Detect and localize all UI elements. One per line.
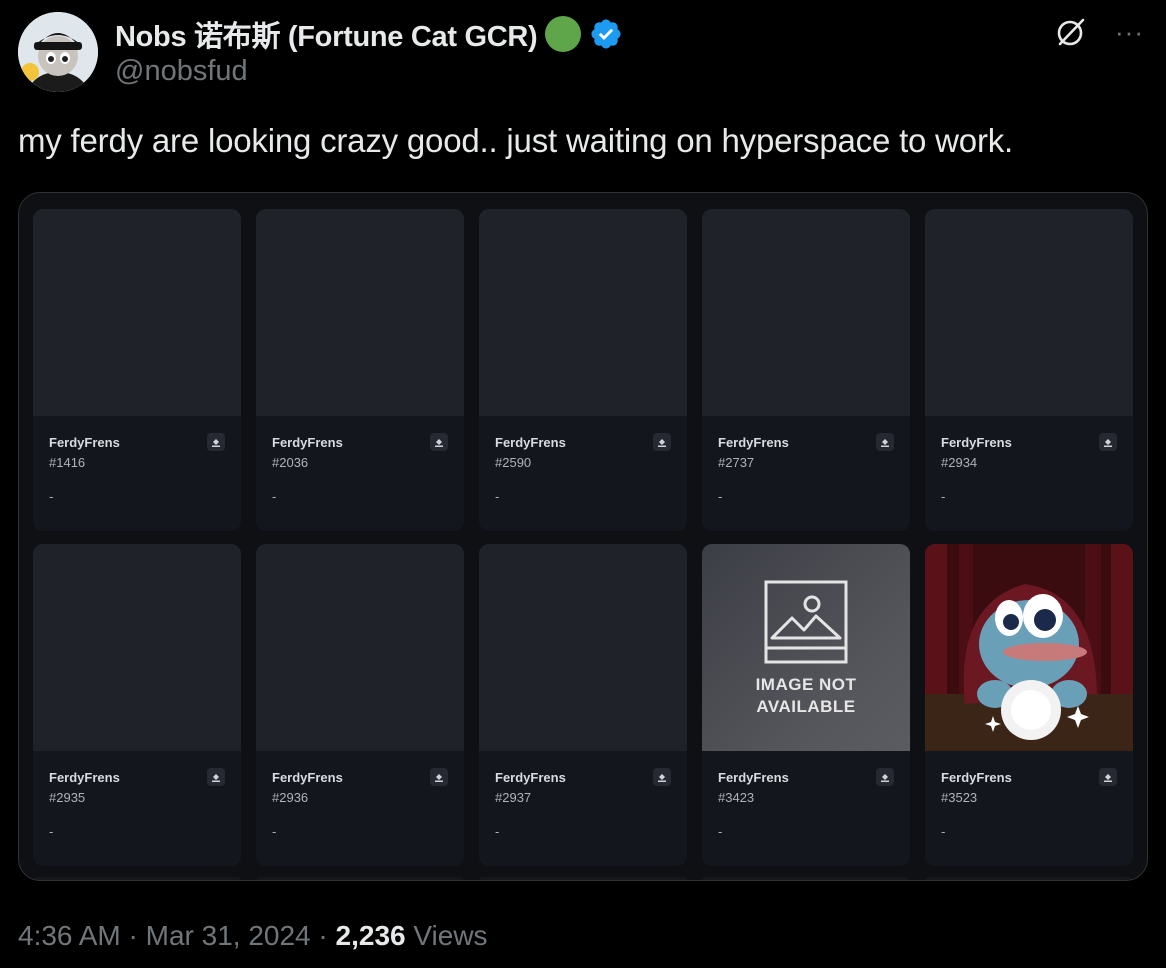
nft-price: -	[272, 824, 277, 839]
auction-hammer-icon	[207, 433, 225, 451]
author-name-row: Nobs 诺布斯 (Fortune Cat GCR)	[115, 14, 623, 54]
nft-number: #2934	[941, 455, 978, 470]
nft-card: FerdyFrens #2036 -	[256, 209, 464, 531]
nft-collection: FerdyFrens	[49, 770, 120, 785]
nft-collection: FerdyFrens	[272, 770, 343, 785]
nft-number: #2935	[49, 790, 86, 805]
nft-card: FerdyFrens #2937 -	[479, 544, 687, 866]
card-stub	[256, 877, 464, 880]
nft-price: -	[495, 489, 500, 504]
tweet-media-image[interactable]: FerdyFrens #1416 - FerdyFrens #2036 - Fe…	[18, 192, 1148, 881]
auction-hammer-icon	[1099, 433, 1117, 451]
nft-card: IMAGE NOT AVAILABLE FerdyFrens #3423 -	[702, 544, 910, 866]
nft-price: -	[272, 489, 277, 504]
views-count[interactable]: 2,236	[336, 920, 406, 951]
ferdy-frog-image	[925, 544, 1133, 751]
auction-hammer-icon	[876, 768, 894, 786]
nft-collection: FerdyFrens	[941, 435, 1012, 450]
nft-number: #2036	[272, 455, 309, 470]
verified-badge-icon[interactable]	[589, 17, 623, 51]
nft-card: FerdyFrens #2935 -	[33, 544, 241, 866]
nft-image-placeholder	[256, 209, 464, 416]
nft-card: FerdyFrens #1416 -	[33, 209, 241, 531]
tweet-meta: 4:36 AM · Mar 31, 2024 · 2,236 Views	[18, 920, 488, 952]
views-label: Views	[405, 920, 488, 951]
nft-price: -	[941, 824, 946, 839]
avatar[interactable]	[18, 12, 98, 92]
separator: ·	[310, 920, 336, 951]
author-display-name[interactable]: Nobs 诺布斯 (Fortune Cat GCR)	[115, 13, 538, 55]
nft-price: -	[49, 824, 54, 839]
nft-card: FerdyFrens #3523 -	[925, 544, 1133, 866]
nft-price: -	[49, 489, 54, 504]
nft-number: #2937	[495, 790, 532, 805]
more-options-icon[interactable]: ···	[1115, 16, 1144, 48]
card-stub	[33, 877, 241, 880]
tweet-date[interactable]: Mar 31, 2024	[146, 920, 311, 951]
nft-price: -	[495, 824, 500, 839]
tweet-time[interactable]: 4:36 AM	[18, 920, 121, 951]
card-stub	[702, 877, 910, 880]
nft-image-placeholder	[925, 209, 1133, 416]
author-handle[interactable]: @nobsfud	[115, 55, 248, 88]
auction-hammer-icon	[1099, 768, 1117, 786]
nft-number: #1416	[49, 455, 86, 470]
nft-collection: FerdyFrens	[272, 435, 343, 450]
nft-image-placeholder	[256, 544, 464, 751]
nft-price: -	[718, 824, 723, 839]
nft-number: #3523	[941, 790, 978, 805]
image-not-available: IMAGE NOT AVAILABLE	[702, 544, 910, 751]
auction-hammer-icon	[430, 768, 448, 786]
card-stub	[479, 877, 687, 880]
nft-image-placeholder	[479, 544, 687, 751]
auction-hammer-icon	[207, 768, 225, 786]
grok-icon[interactable]	[1055, 16, 1087, 48]
tweet-text: my ferdy are looking crazy good.. just w…	[18, 122, 1014, 159]
auction-hammer-icon	[653, 768, 671, 786]
image-placeholder-icon	[764, 580, 848, 664]
tweet-actions: ···	[1055, 16, 1144, 48]
nft-image-placeholder	[33, 209, 241, 416]
nft-collection: FerdyFrens	[718, 435, 789, 450]
nft-image-placeholder	[33, 544, 241, 751]
nft-collection: FerdyFrens	[49, 435, 120, 450]
nft-collection: FerdyFrens	[718, 770, 789, 785]
auction-hammer-icon	[876, 433, 894, 451]
nft-card: FerdyFrens #2934 -	[925, 209, 1133, 531]
nft-card: FerdyFrens #2936 -	[256, 544, 464, 866]
nft-collection: FerdyFrens	[941, 770, 1012, 785]
status-dot-icon	[545, 16, 582, 52]
nft-image-placeholder	[702, 209, 910, 416]
separator: ·	[120, 920, 146, 951]
card-stub	[925, 877, 1133, 880]
nft-price: -	[718, 489, 723, 504]
nft-collection: FerdyFrens	[495, 770, 566, 785]
nft-image-placeholder	[479, 209, 687, 416]
nft-number: #2590	[495, 455, 532, 470]
nft-number: #2737	[718, 455, 755, 470]
nft-price: -	[941, 489, 946, 504]
nft-collection: FerdyFrens	[495, 435, 566, 450]
nft-number: #3423	[718, 790, 755, 805]
auction-hammer-icon	[653, 433, 671, 451]
auction-hammer-icon	[430, 433, 448, 451]
image-not-available-label: IMAGE NOT AVAILABLE	[755, 675, 857, 716]
nft-card: FerdyFrens #2590 -	[479, 209, 687, 531]
nft-card: FerdyFrens #2737 -	[702, 209, 910, 531]
nft-number: #2936	[272, 790, 309, 805]
